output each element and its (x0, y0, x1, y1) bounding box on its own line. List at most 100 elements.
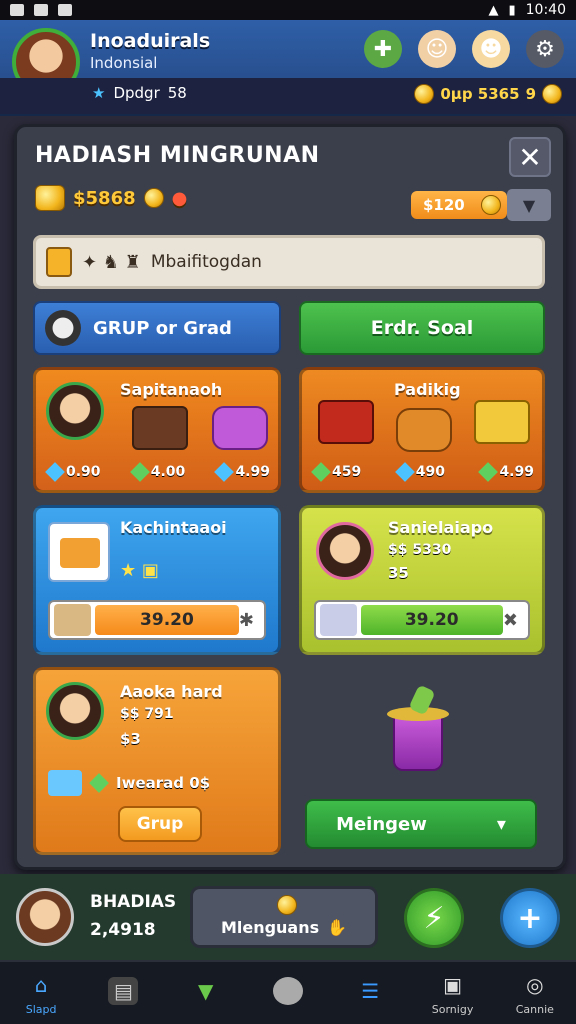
signal-icon: ▲ (488, 2, 499, 18)
card-detail-1: $$ 5330 (388, 542, 452, 558)
progress-value: 39.20 (94, 605, 239, 635)
balance-display: $5868 ● (35, 185, 187, 211)
treasure-icon (35, 185, 65, 211)
nav-database[interactable]: ☰ (340, 977, 400, 1009)
reward-card-4[interactable]: Sanielaiapo $$ 5330 35 39.20 ✖ (299, 505, 545, 655)
rank-value: 58 (167, 84, 187, 102)
card-title: Kachintaaoi (120, 518, 227, 537)
ice-block-icon (48, 770, 82, 796)
circle-icon (272, 977, 303, 1005)
red-chest-icon (318, 400, 374, 444)
item-frame (48, 522, 110, 582)
menu-box[interactable]: Mlenguans ✋ (190, 886, 378, 948)
character-avatar (46, 382, 104, 440)
panel-title: HADIASH MINGRUNAN (35, 143, 320, 168)
meningew-label: Meingew (336, 813, 427, 835)
gold-pile-icon (474, 400, 530, 444)
trophy-cup-icon (387, 684, 449, 775)
tab-group-label: GRUP or Grad (93, 317, 232, 339)
player-avatar[interactable] (16, 888, 74, 946)
nav-target[interactable]: ◎ Cannie (505, 971, 565, 1016)
coin-extra: 9 (525, 85, 536, 103)
reward-card-1[interactable]: Sapitanaoh 0.90 4.00 4.99 (33, 367, 281, 493)
nav-bucket[interactable]: ▼ (176, 977, 236, 1009)
lightning-icon: ⚡ (423, 900, 445, 936)
bomb-icon: ● (171, 187, 188, 209)
bucket-icon: ▼ (198, 979, 214, 1003)
database-icon: ☰ (361, 979, 380, 1003)
price-pill[interactable]: $120 (411, 191, 507, 219)
nav-chest[interactable]: ▣ Sornigy (423, 971, 483, 1016)
stat-value: 4.00 (150, 464, 186, 480)
nav-chart[interactable]: ▤ (93, 977, 153, 1009)
cross-icon[interactable]: ✖ (503, 610, 518, 631)
friend-avatar-icon-2[interactable]: ☻ (472, 30, 510, 68)
card-title: Sapitanaoh (120, 380, 223, 399)
rewards-panel: HADIASH MINGRUNAN ✕ $5868 ● $120 ▼ ✦ ♞ ♜… (14, 124, 566, 870)
stat-value: 4.99 (235, 464, 270, 480)
home-icon: ⌂ (34, 972, 48, 997)
stat-value: 459 (332, 464, 362, 480)
player-name: Inoaduirals (90, 30, 211, 52)
add-button[interactable]: + (500, 888, 560, 948)
coin-counter[interactable]: 0µp 5365 9 (414, 84, 562, 104)
character-avatar (316, 522, 374, 580)
card-detail-2: 35 (388, 564, 409, 582)
rank-display: ★ Dpdgr 58 (92, 84, 187, 102)
dropdown-icon: ▾ (496, 813, 506, 835)
character-icons: ✦ ♞ ♜ (82, 251, 141, 273)
stat-value: 0.90 (66, 464, 101, 480)
footer-player-score: 2,4918 (90, 920, 156, 940)
app-icon (58, 4, 72, 16)
puzzle-icon[interactable]: ✚ (364, 30, 402, 68)
coin-icon (277, 895, 297, 915)
character-avatar (46, 682, 104, 740)
status-bar: ▲ ▮ 10:40 (0, 0, 576, 20)
chest-icon (132, 406, 188, 450)
blue-gem-icon (394, 462, 415, 482)
close-button[interactable]: ✕ (509, 137, 551, 177)
lightning-button[interactable]: ⚡ (404, 888, 464, 948)
image-icon (34, 4, 48, 16)
nav-label: Cannie (515, 1002, 554, 1016)
search-bar[interactable]: ✦ ♞ ♜ Mbaifitogdan (33, 235, 545, 289)
grup-button[interactable]: Grup (118, 806, 202, 842)
nav-circle[interactable] (258, 977, 318, 1009)
shield-icon: ▼ (522, 195, 536, 215)
reward-card-2[interactable]: Padikig 459 490 4.99 (299, 367, 545, 493)
card-detail-1: $$ 791 (120, 706, 174, 722)
meningew-button[interactable]: Meingew ▾ (305, 799, 537, 849)
coin-icon (481, 195, 501, 215)
footer-player-name: BHADIAS (90, 892, 177, 912)
clock: 10:40 (525, 2, 566, 18)
star-gem-icons: ★ ▣ (120, 560, 159, 581)
friend-avatar-icon[interactable]: ☺ (418, 30, 456, 68)
reward-text: Iwearad 0$ (116, 774, 211, 792)
progress-bar: 39.20 ✱ (48, 600, 266, 640)
tab-soal[interactable]: Erdr. Soal (299, 301, 545, 355)
target-icon: ◎ (526, 972, 544, 997)
blue-gem-icon (214, 462, 235, 482)
rank-label: Dpdgr (113, 84, 160, 102)
green-gem-icon (311, 462, 331, 482)
menu-box-label: Mlenguans (220, 918, 320, 937)
coin-icon (143, 188, 164, 208)
player-header: Inoaduirals Indonsial ✚ ☺ ☻ ⚙ ★ Dpdgr 58… (0, 20, 576, 116)
chart-icon: ▤ (108, 977, 139, 1005)
bottom-nav: ⌂ Slapd ▤ ▼ ☰ ▣ Sornigy ◎ Cannie (0, 960, 576, 1024)
progress-value: 39.20 (360, 605, 503, 635)
star-outline-icon[interactable]: ✱ (239, 610, 254, 631)
hand-icon: ✋ (327, 918, 348, 937)
reward-card-5[interactable]: Aaoka hard $$ 791 $3 Iwearad 0$ Grup (33, 667, 281, 855)
chest-icon: ▣ (443, 972, 462, 997)
nav-home[interactable]: ⌂ Slapd (11, 971, 71, 1016)
tab-group[interactable]: GRUP or Grad (33, 301, 281, 355)
shield-button[interactable]: ▼ (507, 189, 551, 221)
settings-gear-icon[interactable]: ⚙ (526, 30, 564, 68)
coin-value: 0µp 5365 (440, 85, 520, 103)
reward-card-3[interactable]: Kachintaaoi ★ ▣ 39.20 ✱ (33, 505, 281, 655)
crate-icon (60, 538, 100, 568)
status-icons (10, 4, 72, 16)
bag-icon (212, 406, 268, 450)
tag-icon (46, 247, 72, 277)
